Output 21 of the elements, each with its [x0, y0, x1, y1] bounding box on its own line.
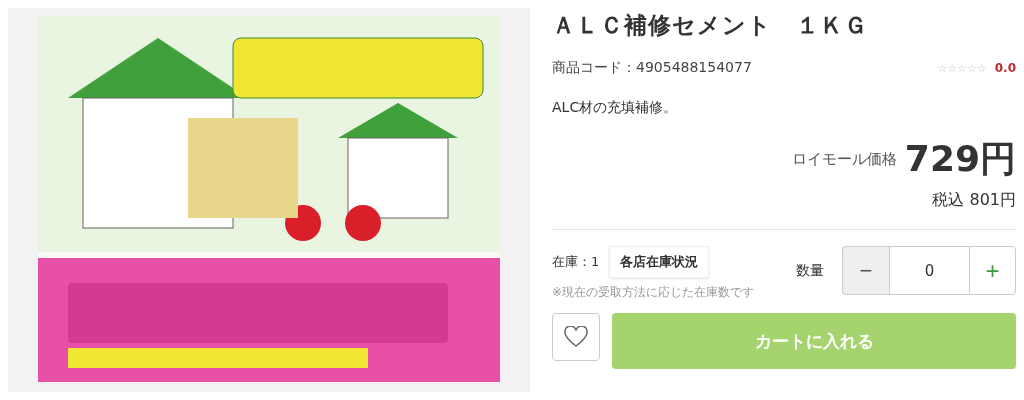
stock-note: ※現在の受取方法に応じた在庫数です: [552, 284, 755, 301]
star-icon: ☆: [976, 61, 987, 75]
price: 729円: [904, 137, 1016, 181]
price-label: ロイモール価格: [791, 150, 897, 169]
favorite-button[interactable]: [552, 313, 600, 361]
tax-included-price: 税込 801円: [932, 190, 1016, 211]
product-description: ALC材の充填補修。: [552, 99, 679, 117]
star-icon: ☆: [957, 61, 967, 75]
stock-count: 在庫：1: [552, 253, 600, 271]
heart-icon: [564, 326, 588, 348]
decrement-button[interactable]: −: [842, 246, 889, 295]
rating-score: 0.0: [994, 61, 1016, 75]
quantity-label: 数量: [796, 261, 824, 280]
product-code: 商品コード：4905488154077: [552, 59, 752, 77]
increment-button[interactable]: +: [969, 246, 1016, 295]
store-stock-button[interactable]: 各店在庫状況: [609, 246, 710, 278]
quantity-field[interactable]: 0: [889, 246, 969, 295]
star-icon: ☆: [937, 61, 948, 75]
product-title: ＡＬＣ補修セメント １ＫＧ: [552, 11, 869, 40]
star-icon: ☆: [947, 61, 958, 75]
star-icon: ☆: [967, 61, 977, 75]
